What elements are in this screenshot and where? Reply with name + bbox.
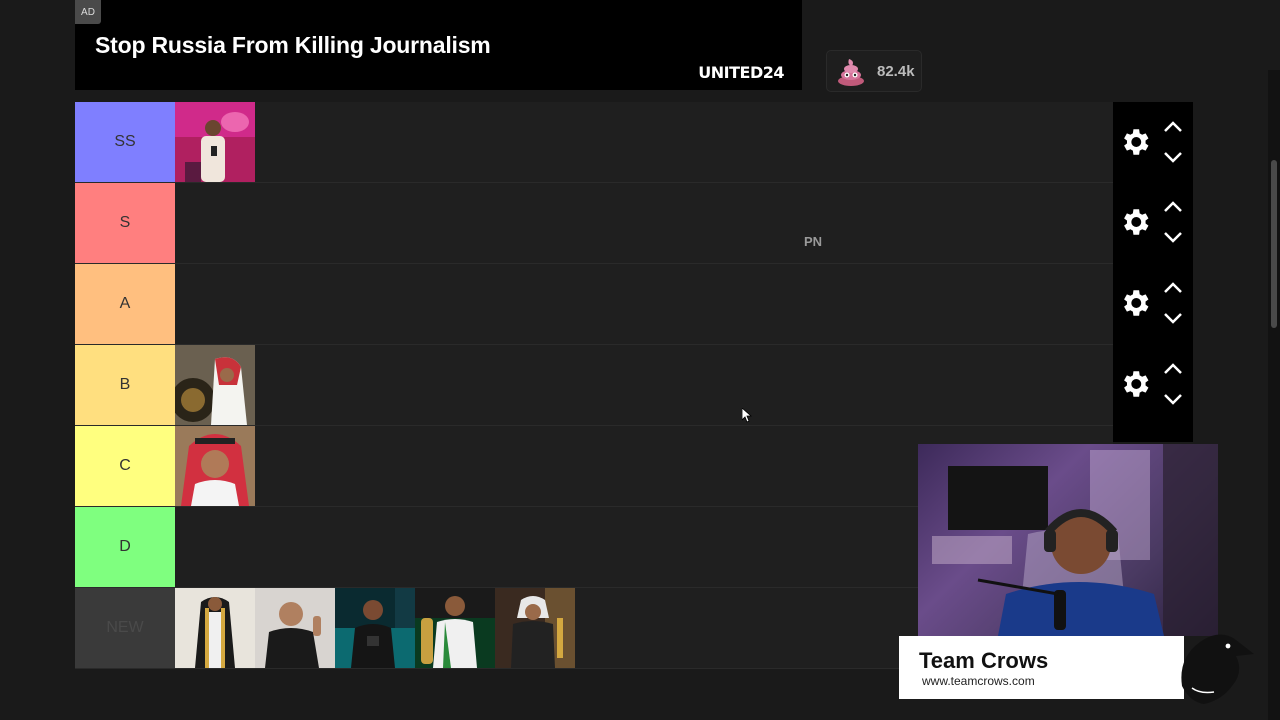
- team-url: www.teamcrows.com: [922, 674, 1035, 688]
- overlay-text: PN: [804, 234, 823, 249]
- tier-controls: [1113, 102, 1193, 442]
- scrollbar[interactable]: [1268, 70, 1280, 720]
- tier-row-a: A: [75, 264, 1113, 345]
- tier-control-b: [1113, 344, 1193, 424]
- ad-badge: AD: [75, 0, 101, 24]
- mouse-cursor-icon: [742, 408, 752, 423]
- team-branding: Team Crows www.teamcrows.com: [899, 636, 1184, 699]
- webcam-feed-image: [932, 444, 1218, 636]
- tier-control-ss: [1113, 102, 1193, 182]
- tier-row-b: B: [75, 345, 1113, 426]
- gear-icon[interactable]: [1118, 205, 1152, 239]
- chevron-up-icon[interactable]: [1163, 120, 1183, 134]
- crow-logo-icon: [1181, 634, 1254, 704]
- ad-headline[interactable]: Stop Russia From Killing Journalism: [95, 32, 491, 59]
- tier-item-image[interactable]: [175, 588, 255, 668]
- tier-label-ss[interactable]: SS: [75, 102, 175, 182]
- team-name: Team Crows: [919, 648, 1049, 673]
- tier-control-a: [1113, 263, 1193, 343]
- chevron-down-icon[interactable]: [1163, 230, 1183, 244]
- chevron-down-icon[interactable]: [1163, 311, 1183, 325]
- chevron-up-icon[interactable]: [1163, 200, 1183, 214]
- tier-item-image[interactable]: [495, 588, 575, 668]
- tier-item-image[interactable]: [175, 426, 255, 506]
- tier-row-ss: SS: [75, 102, 1113, 183]
- tier-control-s: [1113, 182, 1193, 262]
- chevron-down-icon[interactable]: [1163, 392, 1183, 406]
- tier-row-s: S: [75, 183, 1113, 264]
- gear-icon[interactable]: [1118, 286, 1152, 320]
- reaction-count: 82.4k: [877, 62, 915, 80]
- gear-icon[interactable]: [1118, 125, 1152, 159]
- chevron-down-icon[interactable]: [1163, 150, 1183, 164]
- tier-item-image[interactable]: [415, 588, 495, 668]
- poop-emoji-icon: [838, 59, 864, 86]
- tier-label-new[interactable]: NEW: [75, 588, 175, 668]
- scrollbar-thumb[interactable]: [1271, 160, 1277, 328]
- reaction-button[interactable]: 82.4k: [826, 50, 922, 92]
- gear-icon[interactable]: [1118, 367, 1152, 401]
- tier-label-a[interactable]: A: [75, 264, 175, 344]
- ad-banner[interactable]: AD Stop Russia From Killing Journalism U…: [75, 0, 802, 90]
- tier-item-image[interactable]: [335, 588, 415, 668]
- tier-label-s[interactable]: S: [75, 183, 175, 263]
- tier-item-image[interactable]: [175, 102, 255, 182]
- tier-label-b[interactable]: B: [75, 345, 175, 425]
- tier-item-image[interactable]: [255, 588, 335, 668]
- tier-label-d[interactable]: D: [75, 507, 175, 587]
- ad-brand-logo: UNITED24: [698, 63, 784, 82]
- webcam-overlay: [918, 444, 1218, 636]
- chevron-up-icon[interactable]: [1163, 281, 1183, 295]
- tier-label-c[interactable]: C: [75, 426, 175, 506]
- chevron-up-icon[interactable]: [1163, 362, 1183, 376]
- tier-item-image[interactable]: [175, 345, 255, 425]
